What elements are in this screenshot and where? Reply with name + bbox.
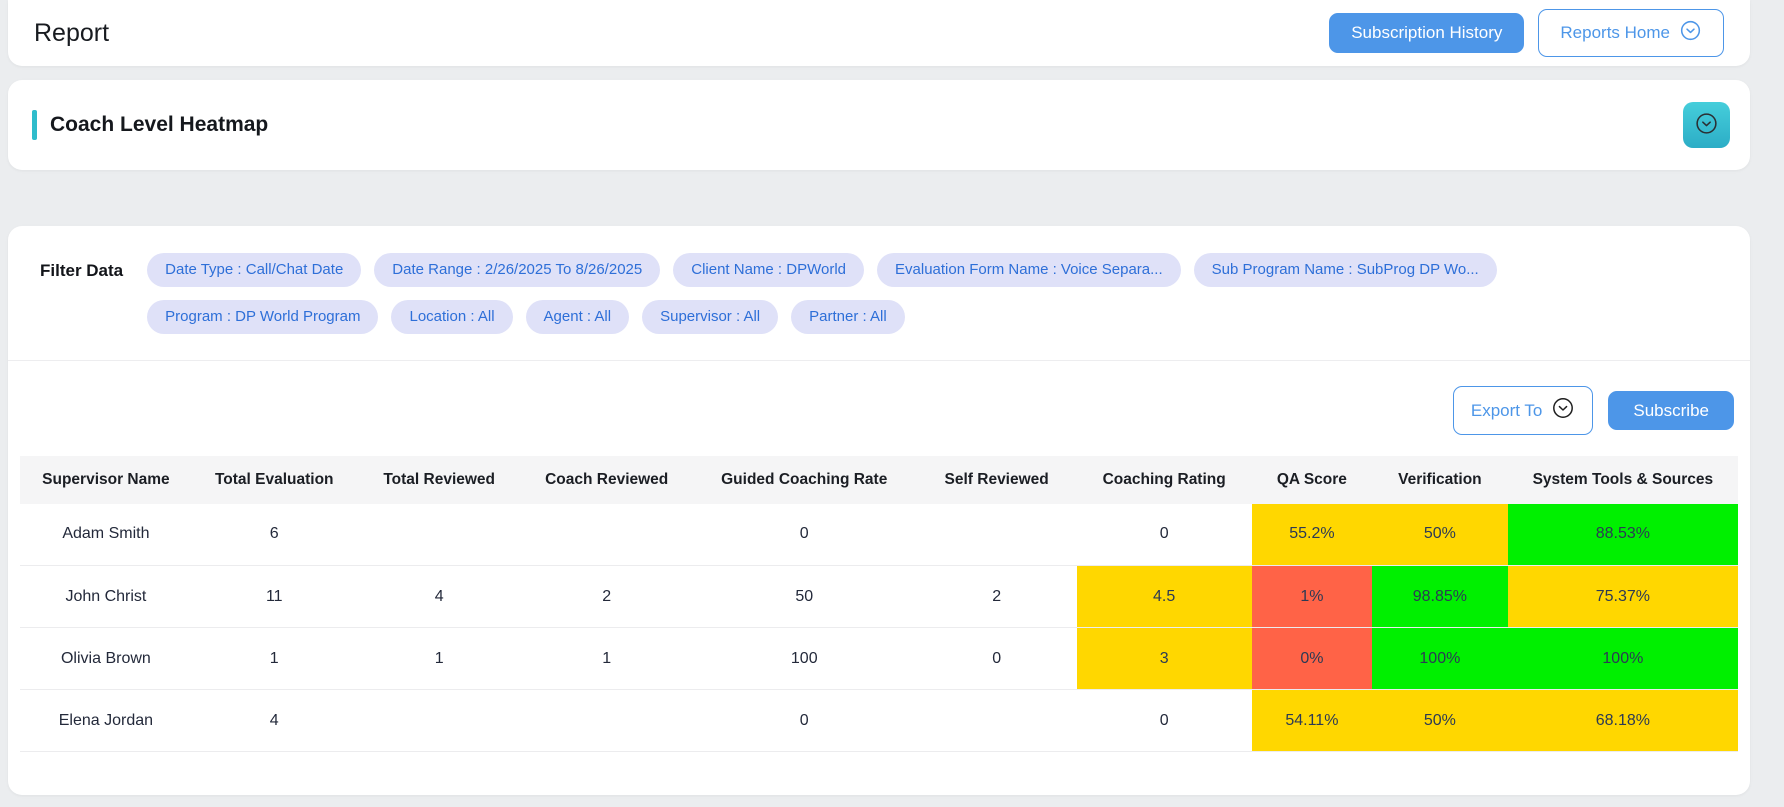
cell-verification: 50% [1372,690,1508,752]
reports-home-button[interactable]: Reports Home [1538,9,1724,57]
cell-coaching-rating: 3 [1077,628,1252,690]
cell-supervisor-name: John Christ [20,566,192,628]
cell-coaching-rating: 4.5 [1077,566,1252,628]
column-header-coaching-rating: Coaching Rating [1077,456,1252,504]
column-header-verification: Verification [1372,456,1508,504]
report-body: Filter Data Date Type : Call/Chat DateDa… [8,226,1750,795]
table-header-row: Supervisor NameTotal EvaluationTotal Rev… [20,456,1738,504]
column-header-total-reviewed: Total Reviewed [357,456,522,504]
page: Report Subscription History Reports Home… [0,0,1784,807]
column-header-coach-reviewed: Coach Reviewed [522,456,692,504]
subscription-history-label: Subscription History [1351,23,1502,43]
column-header-supervisor-name: Supervisor Name [20,456,192,504]
filter-chips: Date Type : Call/Chat Date Date Range : 2… [147,253,1547,334]
cell-self-reviewed [917,504,1077,566]
cell-verification: 50% [1372,504,1508,566]
cell-qa-score: 0% [1252,628,1372,690]
cell-total-evaluation: 1 [192,628,357,690]
filter-chip[interactable]: Sub Program Name : SubProg DP Wo... [1194,253,1497,287]
cell-self-reviewed: 0 [917,628,1077,690]
filter-chip[interactable]: Program : DP World Program [147,300,378,334]
cell-coach-reviewed: 2 [522,566,692,628]
cell-guided-coaching-rate: 0 [692,504,917,566]
section-header: Coach Level Heatmap [8,80,1750,170]
subscription-history-button[interactable]: Subscription History [1329,13,1524,53]
filter-chip[interactable]: Date Range : 2/26/2025 To 8/26/2025 [374,253,660,287]
filter-chip[interactable]: Evaluation Form Name : Voice Separa... [877,253,1181,287]
cell-total-evaluation: 6 [192,504,357,566]
column-header-system-tools-sources: System Tools & Sources [1508,456,1738,504]
cell-system-tools-sources: 88.53% [1508,504,1738,566]
section-title-wrap: Coach Level Heatmap [32,110,268,140]
cell-total-reviewed: 4 [357,566,522,628]
header-actions: Subscription History Reports Home [1329,9,1724,57]
cell-qa-score: 55.2% [1252,504,1372,566]
cell-qa-score: 54.11% [1252,690,1372,752]
chevron-down-circle-icon [1551,396,1575,425]
cell-system-tools-sources: 68.18% [1508,690,1738,752]
section-title: Coach Level Heatmap [50,113,268,137]
table-row: Adam Smith60055.2%50%88.53% [20,504,1738,566]
reports-home-label: Reports Home [1560,23,1670,43]
filter-chip[interactable]: Location : All [391,300,512,334]
cell-total-reviewed: 1 [357,628,522,690]
chevron-down-circle-icon [1679,19,1702,47]
filter-chip[interactable]: Supervisor : All [642,300,778,334]
cell-system-tools-sources: 75.37% [1508,566,1738,628]
cell-self-reviewed [917,690,1077,752]
column-header-qa-score: QA Score [1252,456,1372,504]
chevron-down-circle-icon [1694,111,1719,139]
heatmap-table: Supervisor NameTotal EvaluationTotal Rev… [20,456,1738,753]
collapse-section-button[interactable] [1683,102,1730,148]
subscribe-button[interactable]: Subscribe [1608,391,1734,431]
cell-total-evaluation: 4 [192,690,357,752]
cell-total-reviewed [357,504,522,566]
column-header-self-reviewed: Self Reviewed [917,456,1077,504]
heatmap-table-wrap: Supervisor NameTotal EvaluationTotal Rev… [20,456,1738,753]
cell-total-reviewed [357,690,522,752]
cell-supervisor-name: Elena Jordan [20,690,192,752]
cell-supervisor-name: Olivia Brown [20,628,192,690]
table-row: John Christ11425024.51%98.85%75.37% [20,566,1738,628]
filter-chip[interactable]: Client Name : DPWorld [673,253,864,287]
cell-self-reviewed: 2 [917,566,1077,628]
export-to-label: Export To [1471,401,1543,421]
export-to-button[interactable]: Export To [1453,386,1594,435]
accent-bar [32,110,37,140]
table-toolbar: Export To Subscribe [8,361,1750,456]
cell-coaching-rating: 0 [1077,504,1252,566]
filter-chip[interactable]: Date Type : Call/Chat Date [147,253,361,287]
top-header: Report Subscription History Reports Home [8,0,1750,66]
cell-system-tools-sources: 100% [1508,628,1738,690]
cell-qa-score: 1% [1252,566,1372,628]
cell-verification: 100% [1372,628,1508,690]
cell-coaching-rating: 0 [1077,690,1252,752]
table-body: Adam Smith60055.2%50%88.53%John Christ11… [20,504,1738,752]
filter-data-label: Filter Data [40,253,123,281]
table-row: Olivia Brown111100030%100%100% [20,628,1738,690]
cell-supervisor-name: Adam Smith [20,504,192,566]
column-header-total-evaluation: Total Evaluation [192,456,357,504]
cell-coach-reviewed [522,504,692,566]
subscribe-label: Subscribe [1633,401,1709,421]
column-header-guided-coaching-rate: Guided Coaching Rate [692,456,917,504]
filter-chip[interactable]: Partner : All [791,300,905,334]
cell-total-evaluation: 11 [192,566,357,628]
filter-chip[interactable]: Agent : All [526,300,630,334]
table-row: Elena Jordan40054.11%50%68.18% [20,690,1738,752]
cell-guided-coaching-rate: 50 [692,566,917,628]
cell-guided-coaching-rate: 0 [692,690,917,752]
cell-verification: 98.85% [1372,566,1508,628]
cell-coach-reviewed [522,690,692,752]
filter-section: Filter Data Date Type : Call/Chat DateDa… [8,226,1750,361]
page-title: Report [34,19,109,48]
cell-guided-coaching-rate: 100 [692,628,917,690]
cell-coach-reviewed: 1 [522,628,692,690]
